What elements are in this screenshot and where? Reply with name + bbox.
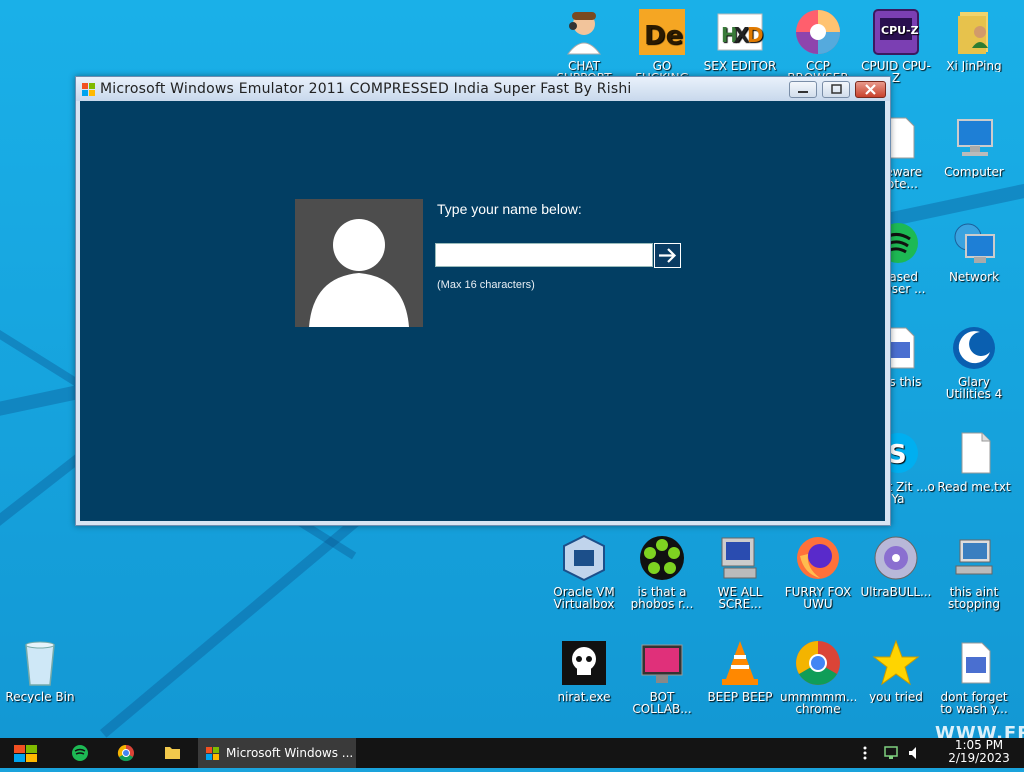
- desktop-icon-hxd[interactable]: HXD SEX EDITOR: [702, 8, 778, 72]
- svg-text:D: D: [747, 23, 764, 47]
- icq-flower-icon: [638, 534, 686, 582]
- desktop-icon-xi-jinping[interactable]: Xi JinPing: [936, 8, 1012, 72]
- taskbar-spotify[interactable]: [58, 738, 102, 768]
- volume-tray-icon[interactable]: [906, 745, 924, 761]
- star-icon: [872, 639, 920, 687]
- windows-flag-icon: [82, 82, 96, 96]
- name-input[interactable]: [435, 243, 653, 267]
- user-avatar-icon: [295, 199, 423, 327]
- desktop-icon-cpu-z[interactable]: CPU-Z CPUID CPU-Z: [858, 8, 934, 84]
- desktop-icon-glary[interactable]: Glary Utilities 4: [936, 324, 1012, 400]
- minimize-icon: [798, 91, 808, 93]
- minimize-button[interactable]: [789, 81, 817, 98]
- monitor-pink-icon: [638, 639, 686, 687]
- computer-icon: [950, 114, 998, 162]
- clock-date: 2/19/2023: [948, 751, 1010, 765]
- name-prompt: Type your name below:: [437, 201, 582, 217]
- firefox-icon: [794, 534, 842, 582]
- desktop-icon-readme[interactable]: Read me.txt: [936, 429, 1012, 493]
- cpu-z-icon: CPU-Z: [872, 8, 920, 56]
- maximize-icon: [831, 84, 842, 94]
- emulator-window[interactable]: Microsoft Windows Emulator 2011 COMPRESS…: [75, 76, 891, 526]
- svg-text:De: De: [644, 21, 683, 51]
- virtualbox-icon: [560, 534, 608, 582]
- arrow-right-icon: [659, 248, 677, 263]
- desktop-icon-virtualbox[interactable]: Oracle VM Virtualbox: [546, 534, 622, 610]
- desktop-icon-chrome[interactable]: ummmmm... chrome: [780, 639, 856, 715]
- user-folder-icon: [950, 8, 998, 56]
- folder-icon: [165, 747, 180, 759]
- glary-icon: [950, 324, 998, 372]
- windows-flag-icon: [206, 746, 220, 760]
- calendar-file-icon: [950, 639, 998, 687]
- chrome-icon: [117, 744, 134, 762]
- desktop-icon-nirat[interactable]: nirat.exe: [546, 639, 622, 703]
- overflow-dots-icon[interactable]: [858, 745, 872, 761]
- network-icon: [950, 219, 998, 267]
- desktop-icon-we-all-scream[interactable]: WE ALL SCRE...: [702, 534, 778, 610]
- computer-screen-icon: [716, 534, 764, 582]
- login-screen: Type your name below: (Max 16 characters…: [80, 101, 885, 521]
- desktop-icon-beep-beep[interactable]: BEEP BEEP: [702, 639, 778, 703]
- desktop-icon-bot-collab[interactable]: BOT COLLAB...: [624, 639, 700, 715]
- taskbar: Microsoft Windows ... 1:05 PM 2/19/2023: [0, 738, 1024, 768]
- desktop-icon-ultrabull[interactable]: UltraBULL...: [858, 534, 934, 598]
- desktop-icon-network[interactable]: Network: [936, 219, 1012, 283]
- taskbar-chrome[interactable]: [104, 738, 148, 768]
- network-tray-icon[interactable]: [882, 745, 900, 761]
- network-pc-icon: [950, 534, 998, 582]
- recycle-bin-icon: [16, 639, 64, 687]
- desktop-icon-dont-forget[interactable]: dont forget to wash y...: [936, 639, 1012, 715]
- colorful-browser-icon: [794, 8, 842, 56]
- vlc-cone-icon: [716, 639, 764, 687]
- skull-icon: [560, 639, 608, 687]
- taskbar-file-explorer[interactable]: [150, 738, 194, 768]
- desktop-icon-this-aint-stopping[interactable]: this aint stopping di...: [936, 534, 1012, 612]
- desktop-icon-you-tried[interactable]: you tried: [858, 639, 934, 703]
- window-title: Microsoft Windows Emulator 2011 COMPRESS…: [100, 81, 632, 97]
- start-button[interactable]: [4, 738, 48, 768]
- chrome-icon: [794, 639, 842, 687]
- desktop-icon-phobos[interactable]: is that a phobos r...: [624, 534, 700, 610]
- desktop-icon-ccp-browser[interactable]: CCP BROWSER: [780, 8, 856, 84]
- taskbar-emulator-window[interactable]: Microsoft Windows ...: [198, 738, 356, 768]
- max-characters-hint: (Max 16 characters): [437, 279, 535, 291]
- desktop-icon-recycle-bin[interactable]: Recycle Bin: [2, 639, 78, 703]
- hxd-editor-icon: HXD: [716, 8, 764, 56]
- maximize-button[interactable]: [822, 81, 850, 98]
- window-titlebar[interactable]: Microsoft Windows Emulator 2011 COMPRESS…: [76, 77, 890, 101]
- close-icon: [865, 84, 876, 95]
- desktop-icon-firefox[interactable]: FURRY FOX UWU: [780, 534, 856, 610]
- spotify-icon: [72, 745, 88, 761]
- close-button[interactable]: [855, 81, 886, 98]
- de-app-icon: De: [638, 8, 686, 56]
- text-file-icon: [950, 429, 998, 477]
- desktop-icon-computer[interactable]: Computer: [936, 114, 1012, 178]
- submit-arrow-button[interactable]: [654, 243, 681, 268]
- windows-logo-icon: [14, 745, 37, 762]
- system-clock[interactable]: 1:05 PM 2/19/2023: [934, 739, 1024, 765]
- desktop-icon-de[interactable]: De GO FUCKING DIE WHORE: [624, 8, 700, 86]
- disc-icon: [872, 534, 920, 582]
- svg-text:CPU-Z: CPU-Z: [881, 24, 919, 37]
- desktop-icon-chat-support[interactable]: CHAT SUPPORT: [546, 8, 622, 84]
- support-person-icon: [560, 8, 608, 56]
